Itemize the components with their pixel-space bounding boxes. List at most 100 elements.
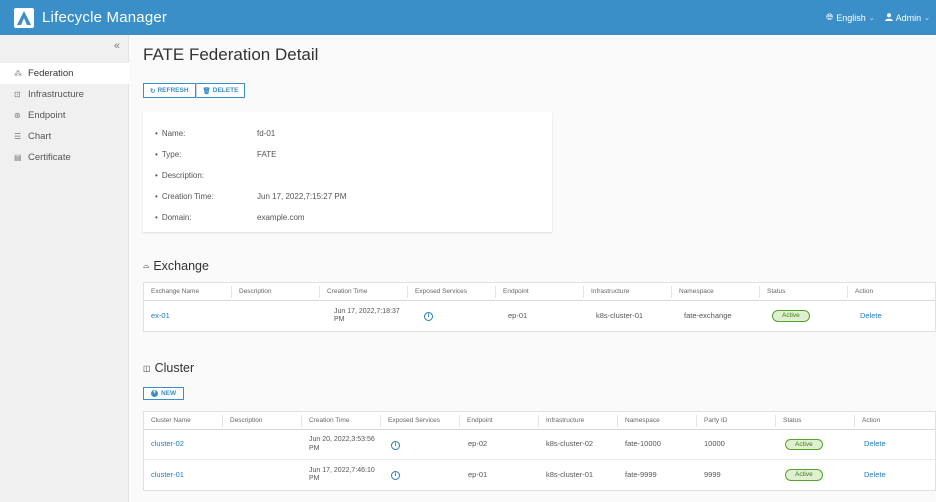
refresh-button[interactable]: ↻ REFRESH xyxy=(143,83,196,98)
column-header[interactable]: Action xyxy=(848,286,935,298)
column-header[interactable]: Infrastructure xyxy=(584,285,672,298)
chevron-down-icon: ⌄ xyxy=(868,14,875,22)
delete-link[interactable]: Delete xyxy=(860,312,882,320)
sidebar-item-label: Federation xyxy=(28,68,74,79)
chart-icon: ☰ xyxy=(14,132,22,141)
language-selector[interactable]: 🌐︎ English ⌄ xyxy=(826,12,875,23)
plus-icon: + xyxy=(151,390,158,397)
cluster-name-link[interactable]: cluster-02 xyxy=(151,440,184,448)
infrastructure-cell: k8s-cluster-01 xyxy=(596,311,644,320)
sidebar: « ⁂ Federation ⊡ Infrastructure ⊛ Endpoi… xyxy=(0,35,129,502)
cluster-icon: ◫ xyxy=(143,363,151,373)
user-label: Admin xyxy=(895,12,922,23)
sidebar-item-endpoint[interactable]: ⊛ Endpoint xyxy=(0,105,129,126)
column-header[interactable]: Action xyxy=(855,415,935,427)
infrastructure-icon: ⊡ xyxy=(14,90,21,99)
delete-link[interactable]: Delete xyxy=(864,471,886,479)
column-header[interactable]: Status xyxy=(760,285,848,298)
detail-row-name: Name: fd-01 xyxy=(155,129,275,138)
sidebar-nav: ⁂ Federation ⊡ Infrastructure ⊛ Endpoint… xyxy=(0,63,129,168)
endpoint-cell: ep-02 xyxy=(468,440,488,449)
table-row: cluster-02 Jun 20, 2022,3:53:56 PM i ep-… xyxy=(144,430,935,460)
exchange-name-link[interactable]: ex-01 xyxy=(151,312,170,320)
detail-label: Description: xyxy=(155,171,257,180)
user-icon xyxy=(884,12,893,23)
column-header[interactable]: Exposed Services xyxy=(381,414,460,427)
language-label: English xyxy=(836,12,866,23)
exchange-icon: ⌓ xyxy=(143,261,150,270)
new-cluster-button[interactable]: + NEW xyxy=(143,387,185,400)
certificate-icon: ▤ xyxy=(14,153,22,162)
column-header[interactable]: Endpoint xyxy=(460,414,539,427)
globe-icon: 🌐︎ xyxy=(826,12,834,22)
table-row: cluster-01 Jun 17, 2022,7:46:10 PM i ep-… xyxy=(144,460,935,490)
namespace-cell: fate-exchange xyxy=(684,311,732,320)
column-header[interactable]: Description xyxy=(232,285,320,298)
column-header[interactable]: Cluster Name xyxy=(144,414,223,427)
sidebar-item-chart[interactable]: ☰ Chart xyxy=(0,126,129,147)
status-badge: Active xyxy=(772,310,810,322)
trash-icon: 🗑︎ xyxy=(202,87,211,95)
table-header: Cluster Name Description Creation Time E… xyxy=(144,412,935,430)
column-header[interactable]: Exchange Name xyxy=(144,285,232,298)
delete-link[interactable]: Delete xyxy=(864,440,886,448)
cluster-name-link[interactable]: cluster-01 xyxy=(151,471,184,479)
detail-row-domain: Domain: example.com xyxy=(155,213,305,222)
federation-details-card: Name: fd-01 Type: FATE Description: Crea… xyxy=(143,112,552,232)
table-row: ex-01 Jun 17, 2022,7:18:37 PM i ep-01 k8… xyxy=(144,301,935,331)
column-header[interactable]: Infrastructure xyxy=(539,414,618,427)
detail-value: Jun 17, 2022,7:15:27 PM xyxy=(257,192,347,201)
column-header[interactable]: Description xyxy=(223,414,302,427)
detail-value: example.com xyxy=(257,213,305,222)
column-header[interactable]: Creation Time xyxy=(320,285,408,298)
detail-label: Creation Time: xyxy=(155,192,257,201)
info-icon[interactable]: i xyxy=(424,312,433,321)
detail-row-creation-time: Creation Time: Jun 17, 2022,7:15:27 PM xyxy=(155,192,347,201)
detail-value: FATE xyxy=(257,150,277,159)
info-icon[interactable]: i xyxy=(391,471,400,480)
column-header[interactable]: Namespace xyxy=(672,285,760,298)
action-buttons: ↻ REFRESH 🗑︎ DELETE xyxy=(143,83,246,98)
federation-icon: ⁂ xyxy=(14,69,22,78)
delete-button[interactable]: 🗑︎ DELETE xyxy=(195,83,246,98)
detail-label: Domain: xyxy=(155,213,257,222)
sidebar-item-label: Certificate xyxy=(28,152,71,163)
column-header[interactable]: Exposed Services xyxy=(408,285,496,298)
column-header[interactable]: Creation Time xyxy=(302,414,381,427)
exchange-table: Exchange Name Description Creation Time … xyxy=(143,282,936,332)
column-header[interactable]: Namespace xyxy=(618,414,697,427)
infrastructure-cell: k8s-cluster-01 xyxy=(546,470,594,479)
exchange-section-title: ⌓ Exchange xyxy=(143,259,209,273)
user-menu[interactable]: Admin ⌄ xyxy=(884,12,930,23)
app-logo[interactable] xyxy=(14,7,34,28)
sidebar-item-label: Chart xyxy=(28,131,52,142)
detail-label: Type: xyxy=(155,150,257,159)
column-header[interactable]: Status xyxy=(776,414,855,427)
detail-label: Name: xyxy=(155,129,257,138)
party-id-cell: 10000 xyxy=(704,440,725,449)
sidebar-item-federation[interactable]: ⁂ Federation xyxy=(0,63,129,84)
endpoint-icon: ⊛ xyxy=(14,111,21,120)
column-header[interactable]: Party ID xyxy=(697,414,776,427)
status-badge: Active xyxy=(785,469,823,481)
creation-time-cell: Jun 17, 2022,7:46:10 PM xyxy=(309,466,375,482)
cluster-section-title: ◫ Cluster xyxy=(143,361,195,375)
table-header: Exchange Name Description Creation Time … xyxy=(144,283,935,301)
infrastructure-cell: k8s-cluster-02 xyxy=(546,440,594,449)
namespace-cell: fate-10000 xyxy=(625,440,661,449)
cluster-table: Cluster Name Description Creation Time E… xyxy=(143,411,936,491)
namespace-cell: fate-9999 xyxy=(625,470,657,479)
sidebar-item-certificate[interactable]: ▤ Certificate xyxy=(0,147,129,168)
detail-value: fd-01 xyxy=(257,129,276,138)
creation-time-cell: Jun 20, 2022,3:53:56 PM xyxy=(309,436,375,452)
info-icon[interactable]: i xyxy=(391,440,400,450)
sidebar-item-label: Endpoint xyxy=(28,110,66,121)
refresh-icon: ↻ xyxy=(150,87,156,95)
endpoint-cell: ep-01 xyxy=(468,470,488,479)
sidebar-item-infrastructure[interactable]: ⊡ Infrastructure xyxy=(0,84,129,105)
chevron-down-icon: ⌄ xyxy=(924,14,930,22)
column-header[interactable]: Endpoint xyxy=(496,285,584,298)
collapse-sidebar-icon[interactable]: « xyxy=(114,40,120,52)
endpoint-cell: ep-01 xyxy=(508,311,528,320)
creation-time-cell: Jun 17, 2022,7:18:37 PM xyxy=(334,307,400,323)
